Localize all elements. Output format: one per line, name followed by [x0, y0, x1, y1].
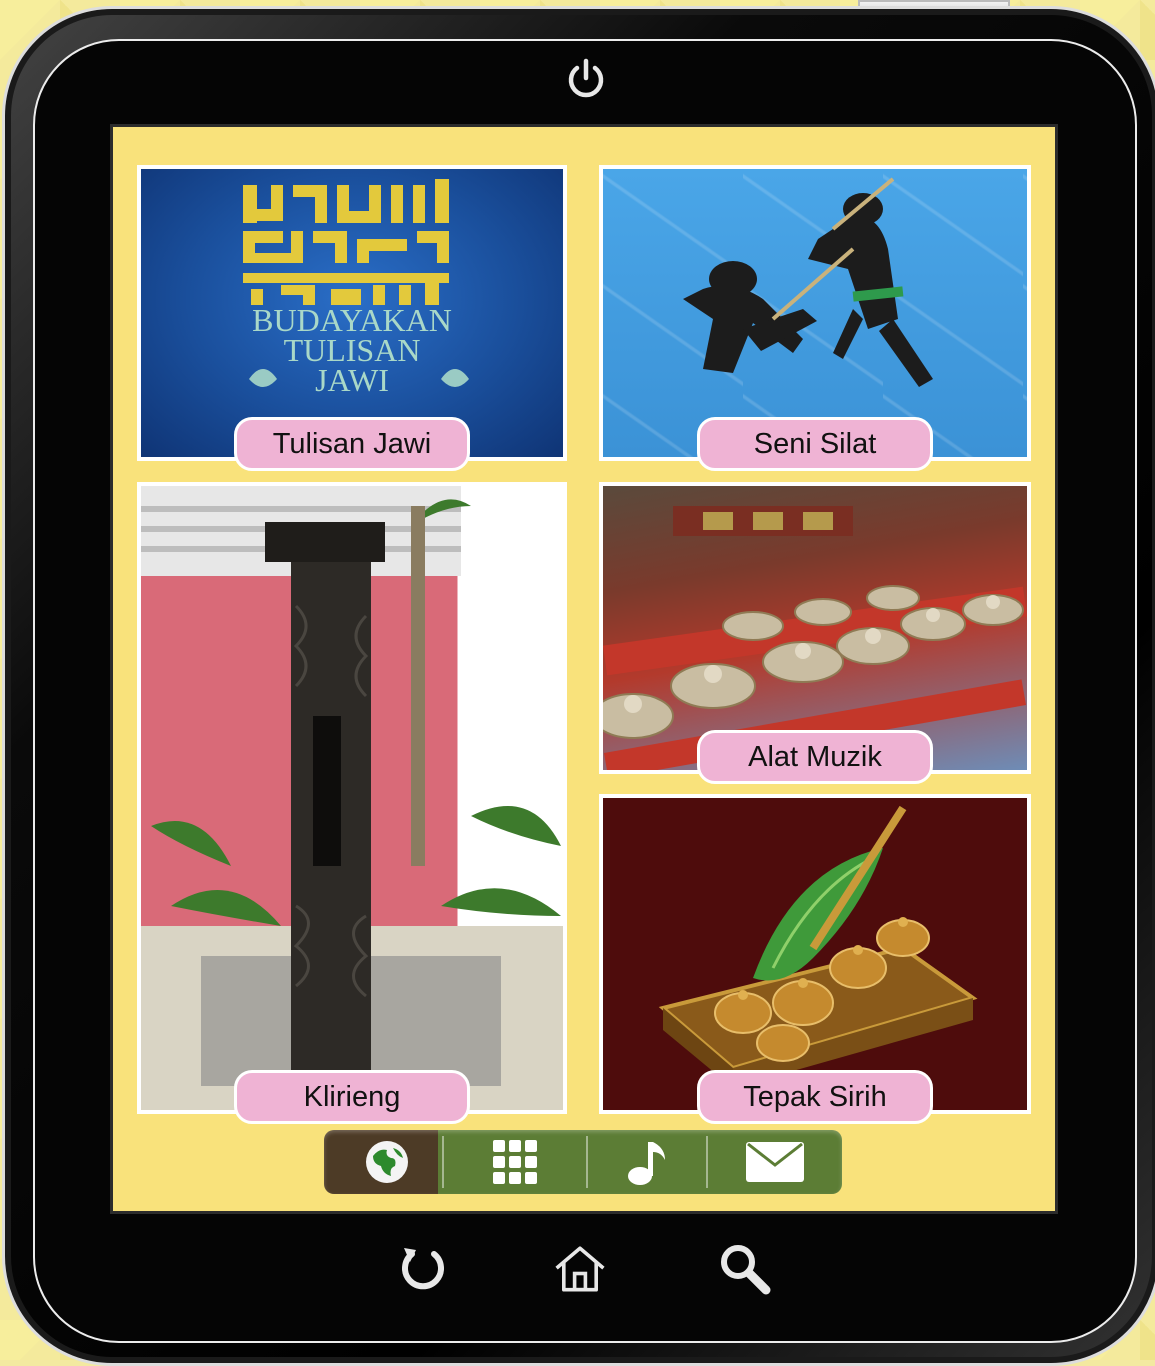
caption-tepak-sirih: Tepak Sirih: [697, 1070, 933, 1124]
tile-alat-muzik[interactable]: Alat Muzik: [599, 482, 1031, 784]
apps-grid-icon: [493, 1140, 537, 1184]
music-note-icon: [628, 1142, 665, 1185]
silat-martial-arts-image: [603, 169, 1027, 457]
silat-fighters: [683, 177, 933, 387]
tile-tepak-sirih[interactable]: Tepak Sirih: [599, 794, 1031, 1124]
app-dock: [324, 1130, 842, 1194]
search-icon[interactable]: [718, 1242, 772, 1296]
gamelan-instruments-image: [603, 486, 1027, 770]
back-icon[interactable]: [396, 1242, 450, 1296]
tile-klirieng[interactable]: Klirieng: [137, 482, 567, 1124]
globe-icon: [366, 1141, 408, 1183]
caption-seni-silat: Seni Silat: [697, 417, 933, 471]
dock-globe-button[interactable]: [346, 1130, 428, 1194]
mail-icon: [746, 1142, 804, 1182]
gamelan-scene: [603, 506, 1027, 770]
caption-tulisan-jawi: Tulisan Jawi: [234, 417, 470, 471]
jawi-line-3: JAWI: [315, 362, 389, 398]
klirieng-scene: [141, 486, 563, 1110]
tepak-sirih-image: [603, 798, 1027, 1110]
tile-seni-silat[interactable]: Seni Silat: [599, 165, 1031, 471]
dock-mail-button[interactable]: [708, 1130, 842, 1194]
klirieng-totem-image: [141, 486, 563, 1110]
tepak-sirih-scene: [658, 805, 978, 1088]
dock-apps-button[interactable]: [444, 1130, 586, 1194]
caption-klirieng: Klirieng: [234, 1070, 470, 1124]
caption-alat-muzik: Alat Muzik: [697, 730, 933, 784]
tile-tulisan-jawi[interactable]: BUDAYAKAN TULISAN JAWI Tulisan Jawi: [137, 165, 567, 471]
tablet-screen: BUDAYAKAN TULISAN JAWI Tulisan Jawi Seni…: [110, 124, 1058, 1214]
dock-music-button[interactable]: [588, 1130, 706, 1194]
jawi-calligraphy-art: BUDAYAKAN TULISAN JAWI: [243, 179, 469, 398]
power-icon[interactable]: [563, 56, 609, 102]
jawi-calligraphy-image: BUDAYAKAN TULISAN JAWI: [141, 169, 563, 457]
home-icon[interactable]: [553, 1242, 607, 1296]
